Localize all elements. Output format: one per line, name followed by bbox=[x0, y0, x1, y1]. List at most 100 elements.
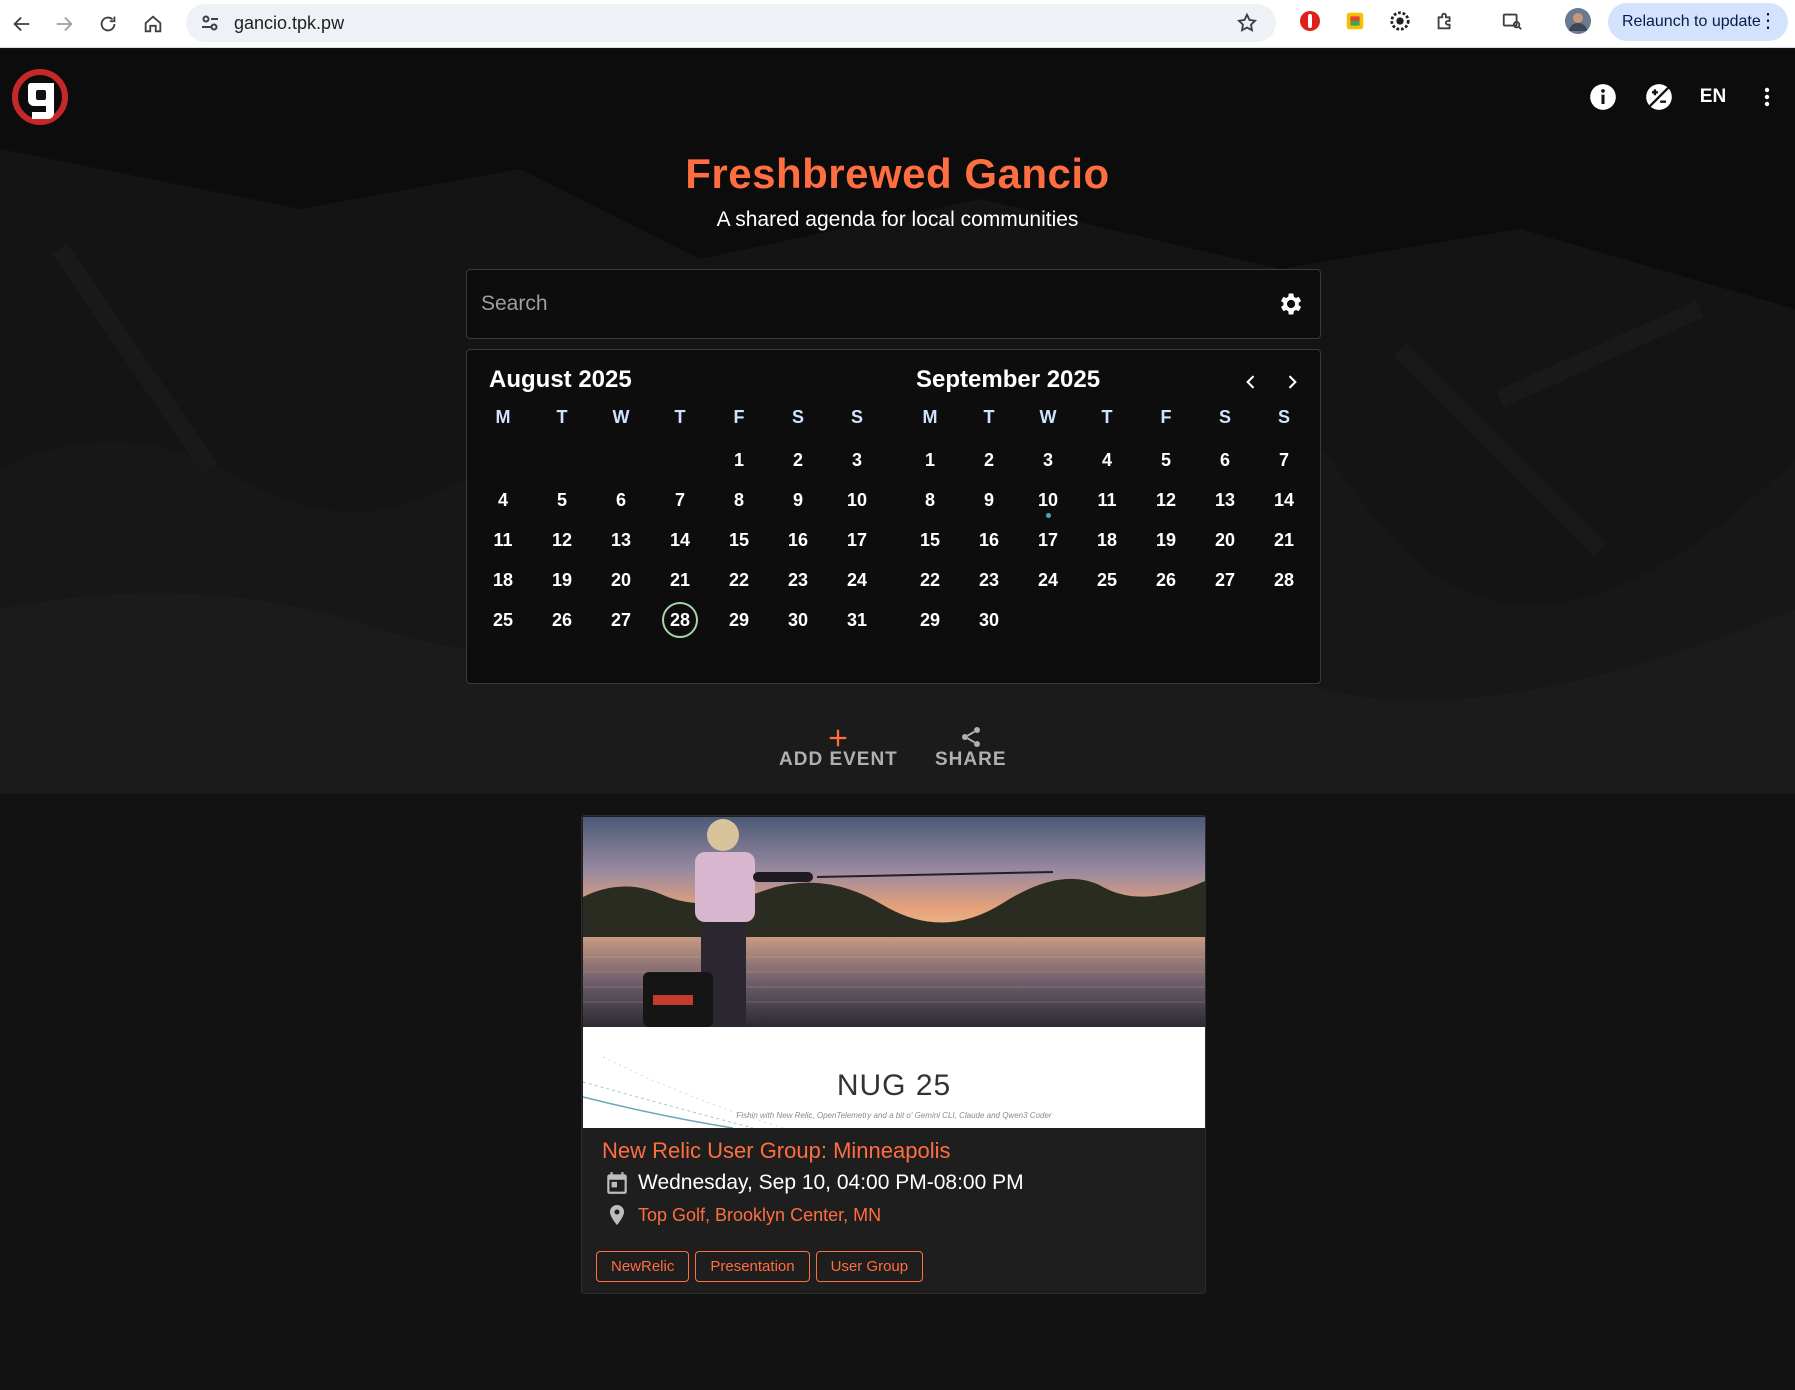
calendar-day[interactable]: 10 bbox=[1030, 482, 1066, 518]
home-button[interactable] bbox=[131, 2, 175, 46]
color-picker-extension-icon[interactable] bbox=[1342, 8, 1368, 34]
calendar-day[interactable]: 24 bbox=[839, 562, 875, 598]
calendar-day[interactable]: 16 bbox=[971, 522, 1007, 558]
calendar-icon bbox=[607, 1172, 627, 1194]
event-place[interactable]: Top Golf, Brooklyn Center, MN bbox=[602, 1200, 881, 1230]
calendar-day[interactable]: 1 bbox=[721, 442, 757, 478]
calendar-day[interactable]: 12 bbox=[1148, 482, 1184, 518]
reading-mode-icon[interactable] bbox=[1499, 8, 1525, 34]
calendar-day[interactable]: 24 bbox=[1030, 562, 1066, 598]
event-photo[interactable] bbox=[583, 817, 1205, 1027]
calendar-day[interactable]: 29 bbox=[912, 602, 948, 638]
extensions-puzzle-icon[interactable] bbox=[1432, 8, 1458, 34]
kebab-menu-icon bbox=[1764, 87, 1770, 107]
calendar-day[interactable]: 12 bbox=[544, 522, 580, 558]
calendar-day[interactable]: 27 bbox=[603, 602, 639, 638]
calendar-day[interactable]: 2 bbox=[971, 442, 1007, 478]
kebab-menu-icon[interactable]: ⋮ bbox=[1758, 11, 1778, 31]
calendar-day[interactable]: 13 bbox=[603, 522, 639, 558]
gear-icon[interactable] bbox=[1276, 290, 1304, 318]
calendar-day-today[interactable]: 28 bbox=[662, 602, 698, 638]
theme-toggle-button[interactable] bbox=[1631, 79, 1687, 115]
calendar-day[interactable]: 15 bbox=[912, 522, 948, 558]
calendar-day[interactable]: 30 bbox=[971, 602, 1007, 638]
calendar-day[interactable]: 7 bbox=[662, 482, 698, 518]
relaunch-button[interactable]: Relaunch to update ⋮ bbox=[1608, 3, 1788, 41]
calendar-day[interactable]: 1 bbox=[912, 442, 948, 478]
calendar-day[interactable]: 2 bbox=[780, 442, 816, 478]
calendar-day[interactable]: 20 bbox=[603, 562, 639, 598]
calendar-day[interactable]: 6 bbox=[1207, 442, 1243, 478]
language-selector[interactable]: EN bbox=[1687, 86, 1739, 108]
calendar-day[interactable]: 23 bbox=[971, 562, 1007, 598]
calendar-day[interactable]: 8 bbox=[721, 482, 757, 518]
calendar-day[interactable]: 3 bbox=[1030, 442, 1066, 478]
calendar-day[interactable]: 11 bbox=[485, 522, 521, 558]
calendar-day[interactable]: 25 bbox=[1089, 562, 1125, 598]
calendar-day[interactable]: 8 bbox=[912, 482, 948, 518]
url-text[interactable]: gancio.tpk.pw bbox=[234, 13, 344, 34]
calendar-day[interactable]: 14 bbox=[1266, 482, 1302, 518]
calendar-day[interactable]: 15 bbox=[721, 522, 757, 558]
reload-button[interactable] bbox=[86, 2, 130, 46]
calendar-day[interactable]: 5 bbox=[1148, 442, 1184, 478]
calendar-day[interactable]: 14 bbox=[662, 522, 698, 558]
site-info-icon[interactable] bbox=[198, 11, 222, 35]
tag-chip[interactable]: Presentation bbox=[695, 1251, 810, 1282]
main-menu-button[interactable] bbox=[1739, 79, 1795, 115]
event-title[interactable]: New Relic User Group: Minneapolis bbox=[602, 1138, 950, 1164]
calendar-day[interactable]: 23 bbox=[780, 562, 816, 598]
calendar-day[interactable]: 18 bbox=[1089, 522, 1125, 558]
address-bar[interactable]: gancio.tpk.pw bbox=[186, 4, 1276, 42]
calendar-day[interactable]: 17 bbox=[1030, 522, 1066, 558]
calendar-day[interactable]: 3 bbox=[839, 442, 875, 478]
bookmark-star-icon[interactable] bbox=[1236, 12, 1258, 34]
calendar-day[interactable]: 22 bbox=[721, 562, 757, 598]
add-event-button[interactable]: ADD EVENT bbox=[779, 721, 898, 771]
tag-chip[interactable]: User Group bbox=[815, 1251, 924, 1282]
calendar-day[interactable]: 9 bbox=[780, 482, 816, 518]
calendar-day[interactable]: 5 bbox=[544, 482, 580, 518]
calendar-day[interactable]: 11 bbox=[1089, 482, 1125, 518]
adblock-extension-icon[interactable] bbox=[1297, 8, 1323, 34]
calendar-day[interactable]: 19 bbox=[544, 562, 580, 598]
gancio-logo[interactable] bbox=[12, 69, 68, 125]
about-button[interactable] bbox=[1575, 79, 1631, 115]
calendar-day[interactable]: 29 bbox=[721, 602, 757, 638]
calendar-day[interactable]: 25 bbox=[485, 602, 521, 638]
calendar-day[interactable]: 28 bbox=[1266, 562, 1302, 598]
gear-extension-icon[interactable] bbox=[1387, 8, 1413, 34]
forward-button[interactable] bbox=[42, 2, 86, 46]
back-button[interactable] bbox=[0, 2, 44, 46]
event-card[interactable]: NUG 25 Fishin with New Relic, OpenTeleme… bbox=[581, 815, 1206, 1294]
calendar-day[interactable]: 20 bbox=[1207, 522, 1243, 558]
calendar-day[interactable]: 10 bbox=[839, 482, 875, 518]
previous-month-button[interactable] bbox=[1237, 368, 1265, 396]
calendar-day[interactable]: 17 bbox=[839, 522, 875, 558]
calendar-day[interactable]: 4 bbox=[1089, 442, 1125, 478]
calendar-day[interactable]: 7 bbox=[1266, 442, 1302, 478]
event-place-text[interactable]: Top Golf, Brooklyn Center, MN bbox=[638, 1205, 881, 1226]
calendar-day[interactable]: 30 bbox=[780, 602, 816, 638]
calendar-day[interactable]: 27 bbox=[1207, 562, 1243, 598]
calendar-day[interactable]: 26 bbox=[1148, 562, 1184, 598]
calendar-day[interactable]: 18 bbox=[485, 562, 521, 598]
calendar-day[interactable]: 21 bbox=[1266, 522, 1302, 558]
calendar-day[interactable]: 9 bbox=[971, 482, 1007, 518]
site-title[interactable]: Freshbrewed Gancio bbox=[0, 150, 1795, 198]
banner-subtitle: Fishin with New Relic, OpenTelemetry and… bbox=[736, 1111, 1052, 1120]
calendar-day[interactable]: 19 bbox=[1148, 522, 1184, 558]
tag-chip[interactable]: NewRelic bbox=[596, 1251, 690, 1282]
profile-avatar[interactable] bbox=[1565, 8, 1591, 34]
calendar-day[interactable]: 13 bbox=[1207, 482, 1243, 518]
calendar-day[interactable]: 22 bbox=[912, 562, 948, 598]
calendar-day[interactable]: 26 bbox=[544, 602, 580, 638]
share-button[interactable]: SHARE bbox=[935, 721, 1007, 771]
calendar-day[interactable]: 4 bbox=[485, 482, 521, 518]
calendar-day[interactable]: 21 bbox=[662, 562, 698, 598]
next-month-button[interactable] bbox=[1278, 368, 1306, 396]
calendar-day[interactable]: 31 bbox=[839, 602, 875, 638]
calendar-day[interactable]: 16 bbox=[780, 522, 816, 558]
search-input[interactable] bbox=[481, 286, 1241, 322]
calendar-day[interactable]: 6 bbox=[603, 482, 639, 518]
